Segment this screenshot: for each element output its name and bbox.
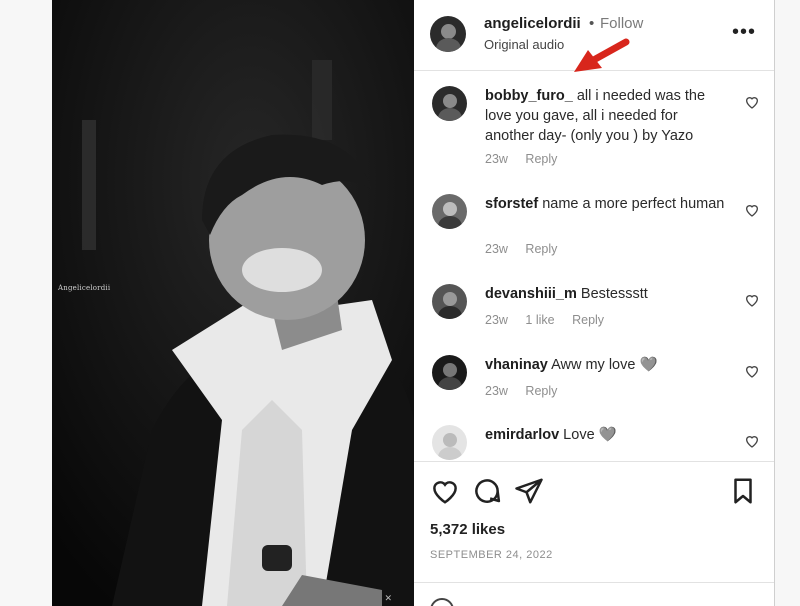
comment-reply-button[interactable]: Reply — [572, 313, 604, 327]
comment-time: 23w — [485, 242, 508, 256]
comment-reply-button[interactable]: Reply — [525, 152, 557, 166]
red-arrow-annotation — [574, 38, 630, 72]
actions-divider — [414, 461, 774, 462]
comment-text: sforstef name a more perfect human — [485, 194, 725, 214]
comment-text: bobby_furo_ all i needed was the love yo… — [485, 86, 725, 146]
heart-icon[interactable] — [744, 202, 760, 218]
add-comment-bar — [414, 582, 774, 606]
photo-graphic — [52, 0, 414, 606]
header-separator: • — [589, 15, 595, 32]
likes-count[interactable]: 5,372 likes — [430, 521, 505, 538]
comment-username[interactable]: vhaninay — [485, 357, 548, 373]
comment-item: vhaninay Aww my love 🩶 23w Reply — [414, 355, 774, 405]
comment-item: emirdarlov Love 🩶 — [414, 425, 774, 461]
heart-icon[interactable] — [744, 94, 760, 110]
post-frame: Angelicelordii ✕ angelicelordii • Follow… — [52, 0, 775, 606]
comment-username[interactable]: bobby_furo_ — [485, 88, 573, 104]
comment-time: 23w — [485, 384, 508, 398]
action-bar — [414, 476, 774, 506]
media-corner-icon: ✕ — [384, 593, 392, 603]
comment-avatar[interactable] — [432, 425, 467, 460]
like-heart-icon[interactable] — [430, 476, 460, 506]
comment-meta: 23w 1 like Reply — [485, 313, 618, 327]
comment-username[interactable]: sforstef — [485, 196, 538, 212]
comments-panel: angelicelordii • Follow Original audio •… — [414, 0, 774, 606]
comment-avatar[interactable] — [432, 284, 467, 319]
comment-reply-button[interactable]: Reply — [525, 384, 557, 398]
comment-avatar[interactable] — [432, 355, 467, 390]
audio-label[interactable]: Original audio — [484, 37, 564, 52]
comment-icon[interactable] — [472, 476, 502, 506]
emoji-icon[interactable] — [430, 598, 454, 606]
comment-username[interactable]: emirdarlov — [485, 427, 559, 443]
comment-body: Aww my love 🩶 — [547, 357, 658, 373]
author-avatar[interactable] — [430, 16, 466, 52]
heart-icon[interactable] — [744, 292, 760, 308]
comment-text: devanshiii_m Bestessstt — [485, 284, 725, 304]
comment-item: bobby_furo_ all i needed was the love yo… — [414, 86, 774, 176]
comment-reply-button[interactable]: Reply — [525, 242, 557, 256]
comment-avatar[interactable] — [432, 194, 467, 229]
comment-item: sforstef name a more perfect human 23w R… — [414, 194, 774, 264]
author-username[interactable]: angelicelordii — [484, 15, 581, 32]
comment-time: 23w — [485, 313, 508, 327]
bookmark-icon[interactable] — [728, 476, 758, 506]
more-options-icon[interactable]: ••• — [732, 21, 756, 44]
comment-time: 23w — [485, 152, 508, 166]
comment-body: Bestessstt — [576, 286, 648, 302]
comment-item: devanshiii_m Bestessstt 23w 1 like Reply — [414, 284, 774, 334]
post-photo[interactable]: Angelicelordii ✕ — [52, 0, 414, 606]
photo-watermark: Angelicelordii — [58, 284, 111, 292]
comment-body: Love 🩶 — [559, 427, 617, 443]
comment-meta: 23w Reply — [485, 152, 571, 166]
follow-button[interactable]: Follow — [600, 15, 643, 32]
comment-likes[interactable]: 1 like — [525, 313, 554, 327]
comment-body: name a more perfect human — [538, 196, 725, 212]
comment-meta: 23w Reply — [485, 384, 571, 398]
heart-icon[interactable] — [744, 363, 760, 379]
share-icon[interactable] — [514, 476, 544, 506]
comment-text: emirdarlov Love 🩶 — [485, 425, 725, 445]
comment-avatar[interactable] — [432, 86, 467, 121]
post-date: SEPTEMBER 24, 2022 — [430, 549, 553, 561]
heart-icon[interactable] — [744, 433, 760, 449]
comment-username[interactable]: devanshiii_m — [485, 286, 577, 302]
comment-text: vhaninay Aww my love 🩶 — [485, 355, 725, 375]
comment-meta: 23w Reply — [485, 242, 571, 256]
